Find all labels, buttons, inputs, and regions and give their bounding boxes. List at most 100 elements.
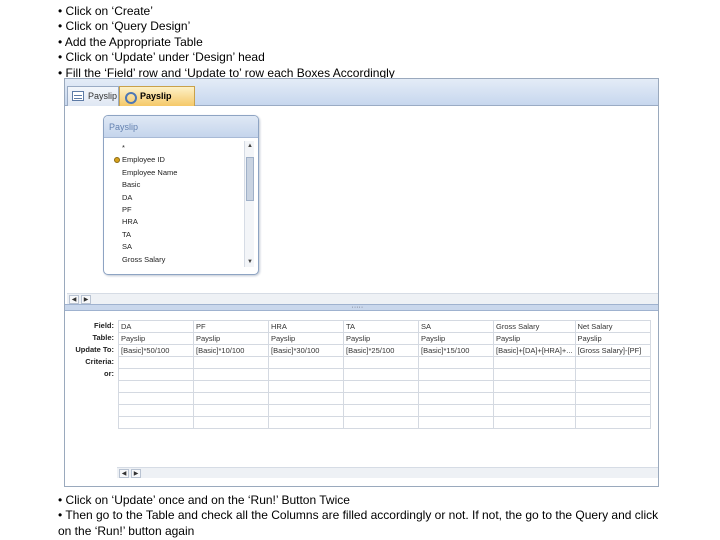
grid-cell-or[interactable] [418,368,494,381]
grid-row-empty [118,404,651,417]
grid-cell-update-to[interactable]: [Basic]*15/100 [418,344,494,357]
grid-row-empty [118,380,651,393]
grid-cell-empty[interactable] [118,416,194,429]
grid-cell-criteria[interactable] [493,356,576,369]
grid-cell-empty[interactable] [574,380,651,393]
table-pane-hscrollbar[interactable]: ◀ ▶ [67,293,658,304]
grid-cell-table[interactable]: Payslip [574,332,651,345]
field-label: Employee ID [122,155,165,165]
field-list-item[interactable]: * [122,142,177,154]
grid-cell-update-to[interactable]: [Basic]*25/100 [343,344,419,357]
grid-cell-criteria[interactable] [418,356,494,369]
grid-cell-empty[interactable] [418,416,494,429]
design-grid: DA PF HRA TA SA Gross Salary Net Salary … [118,320,651,429]
grid-cell-empty[interactable] [574,416,651,429]
grid-cell-empty[interactable] [493,380,576,393]
grid-cell-empty[interactable] [118,392,194,405]
scroll-up-icon[interactable]: ▲ [246,142,254,150]
grid-cell-empty[interactable] [343,416,419,429]
grid-cell-empty[interactable] [493,404,576,417]
grid-cell-update-to[interactable]: [Basic]*10/100 [193,344,269,357]
grid-cell-empty[interactable] [343,404,419,417]
grid-cell-table[interactable]: Payslip [343,332,419,345]
grid-cell-table[interactable]: Payslip [418,332,494,345]
grid-cell-field[interactable]: TA [343,320,419,333]
grid-row-headers: Field: Table: Update To: Criteria: or: [65,320,117,380]
grid-cell-empty[interactable] [268,380,344,393]
scroll-left-icon[interactable]: ◀ [119,469,129,478]
grid-cell-or[interactable] [343,368,419,381]
pane-splitter[interactable]: ····· [65,304,658,311]
instruction-line: • Then go to the Table and check all the… [58,508,659,538]
grid-cell-empty[interactable] [193,416,269,429]
grid-cell-criteria[interactable] [268,356,344,369]
grid-cell-or[interactable] [193,368,269,381]
grid-cell-criteria[interactable] [343,356,419,369]
grid-cell-empty[interactable] [193,404,269,417]
grid-cell-field[interactable]: PF [193,320,269,333]
field-list-item[interactable]: TA [122,229,177,241]
field-list-item[interactable]: HRA [122,216,177,228]
grid-cell-empty[interactable] [193,380,269,393]
scroll-right-icon[interactable]: ▶ [81,295,91,304]
grid-cell-table[interactable]: Payslip [118,332,194,345]
instruction-line: • Click on ‘Query Design’ [58,19,191,34]
grid-cell-empty[interactable] [418,392,494,405]
grid-cell-field[interactable]: DA [118,320,194,333]
grid-cell-field[interactable]: Net Salary [574,320,651,333]
grid-cell-table[interactable]: Payslip [268,332,344,345]
instruction-line: • Add the Appropriate Table [58,34,203,49]
grid-cell-empty[interactable] [418,380,494,393]
grid-cell-update-to[interactable]: [Basic]+[DA]+[HRA]+... [493,344,576,357]
tab-payslip[interactable]: Payslip [67,86,119,106]
grid-cell-empty[interactable] [118,380,194,393]
field-list-item[interactable]: DA [122,192,177,204]
grid-cell-empty[interactable] [268,392,344,405]
field-list-item[interactable]: SA [122,241,177,253]
grid-cell-update-to[interactable]: [Basic]*30/100 [268,344,344,357]
grid-cell-criteria[interactable] [118,356,194,369]
field-list-payslip[interactable]: Payslip * Employee ID Employee Name Basi… [103,115,259,275]
scroll-left-icon[interactable]: ◀ [69,295,79,304]
scroll-right-icon[interactable]: ▶ [131,469,141,478]
scroll-down-icon[interactable]: ▼ [246,258,254,266]
design-grid-hscrollbar[interactable]: ◀ ▶ [117,467,658,478]
grid-cell-empty[interactable] [574,404,651,417]
field-list-item[interactable]: Employee ID [114,154,177,166]
grid-cell-table[interactable]: Payslip [493,332,576,345]
grid-cell-empty[interactable] [118,404,194,417]
field-list-item[interactable]: PF [122,204,177,216]
field-list-item[interactable]: Employee Name [122,167,177,179]
grid-cell-empty[interactable] [343,380,419,393]
splitter-grip-icon[interactable]: ····· [352,304,364,311]
table-pane: Payslip * Employee ID Employee Name Basi… [65,107,658,294]
grid-cell-update-to[interactable]: [Gross Salary]-[PF] [574,344,651,357]
grid-cell-empty[interactable] [268,416,344,429]
tab-payslip-query[interactable]: Payslip Query [119,86,195,120]
grid-cell-empty[interactable] [493,392,576,405]
grid-cell-empty[interactable] [418,404,494,417]
grid-cell-or[interactable] [493,368,576,381]
grid-cell-or[interactable] [268,368,344,381]
row-header-or: or: [104,369,114,378]
field-list-item[interactable]: Basic [122,179,177,191]
instruction-line: • Click on ‘Create’ [58,4,153,18]
grid-cell-field[interactable]: HRA [268,320,344,333]
grid-cell-field[interactable]: Gross Salary [493,320,576,333]
grid-cell-update-to[interactable]: [Basic]*50/100 [118,344,194,357]
grid-cell-table[interactable]: Payslip [193,332,269,345]
field-list-item[interactable]: Gross Salary [122,254,177,266]
grid-cell-or[interactable] [574,368,651,381]
grid-cell-empty[interactable] [268,404,344,417]
grid-cell-or[interactable] [118,368,194,381]
grid-cell-empty[interactable] [574,392,651,405]
grid-cell-field[interactable]: SA [418,320,494,333]
grid-row-field: DA PF HRA TA SA Gross Salary Net Salary [118,320,651,333]
grid-cell-criteria[interactable] [193,356,269,369]
field-list-scrollbar[interactable]: ▲ ▼ [244,141,254,267]
grid-cell-empty[interactable] [343,392,419,405]
grid-cell-empty[interactable] [193,392,269,405]
grid-cell-empty[interactable] [493,416,576,429]
grid-cell-criteria[interactable] [574,356,651,369]
scroll-thumb[interactable] [246,157,254,201]
